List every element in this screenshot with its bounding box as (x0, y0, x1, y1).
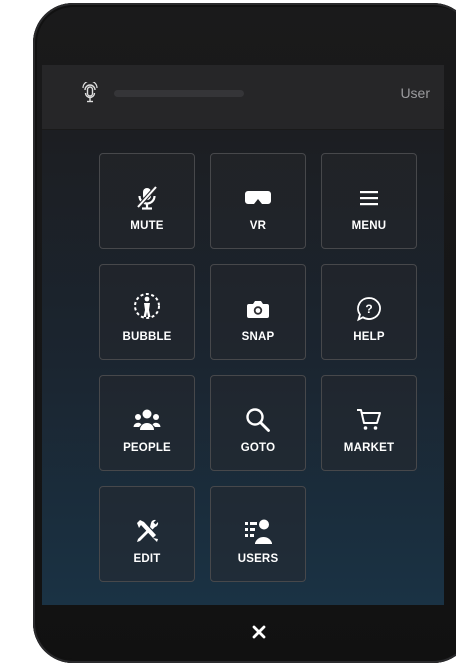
close-button[interactable] (243, 616, 275, 648)
svg-text:?: ? (365, 302, 372, 316)
users-list-icon (211, 517, 305, 545)
tile-label: SNAP (241, 331, 275, 343)
vr-headset-icon (211, 184, 305, 212)
snap-button[interactable]: SNAP (210, 264, 306, 360)
tile-label: MUTE (130, 220, 164, 232)
help-icon: ? (322, 295, 416, 323)
top-bar: User (42, 65, 444, 130)
mic-level-bar (114, 90, 244, 97)
tile-label: EDIT (133, 553, 161, 565)
tile-label: MENU (351, 220, 387, 232)
edit-tools-icon (100, 517, 194, 545)
tile-label: USERS (237, 553, 279, 565)
tile-label: MARKET (343, 442, 395, 454)
mute-button[interactable]: MUTE (99, 153, 195, 249)
tile-label: HELP (353, 331, 385, 343)
tile-label: PEOPLE (123, 442, 171, 454)
cart-icon (322, 406, 416, 434)
people-icon (100, 406, 194, 434)
edit-button[interactable]: EDIT (99, 486, 195, 582)
help-button[interactable]: ? HELP (321, 264, 417, 360)
mic-level-icon[interactable] (82, 82, 98, 104)
close-icon (252, 625, 266, 639)
bubble-button[interactable]: BUBBLE (99, 264, 195, 360)
tile-label: GOTO (240, 442, 276, 454)
bubble-icon (100, 292, 194, 320)
user-label[interactable]: User (400, 85, 430, 101)
hamburger-menu-icon (322, 184, 416, 212)
mic-muted-icon (100, 184, 194, 212)
market-button[interactable]: MARKET (321, 375, 417, 471)
vr-button[interactable]: VR (210, 153, 306, 249)
tile-label: BUBBLE (122, 331, 172, 343)
people-button[interactable]: PEOPLE (99, 375, 195, 471)
goto-button[interactable]: GOTO (210, 375, 306, 471)
tile-label: VR (249, 220, 267, 232)
menu-button[interactable]: MENU (321, 153, 417, 249)
camera-icon (211, 295, 305, 323)
search-icon (211, 406, 305, 434)
users-button[interactable]: USERS (210, 486, 306, 582)
